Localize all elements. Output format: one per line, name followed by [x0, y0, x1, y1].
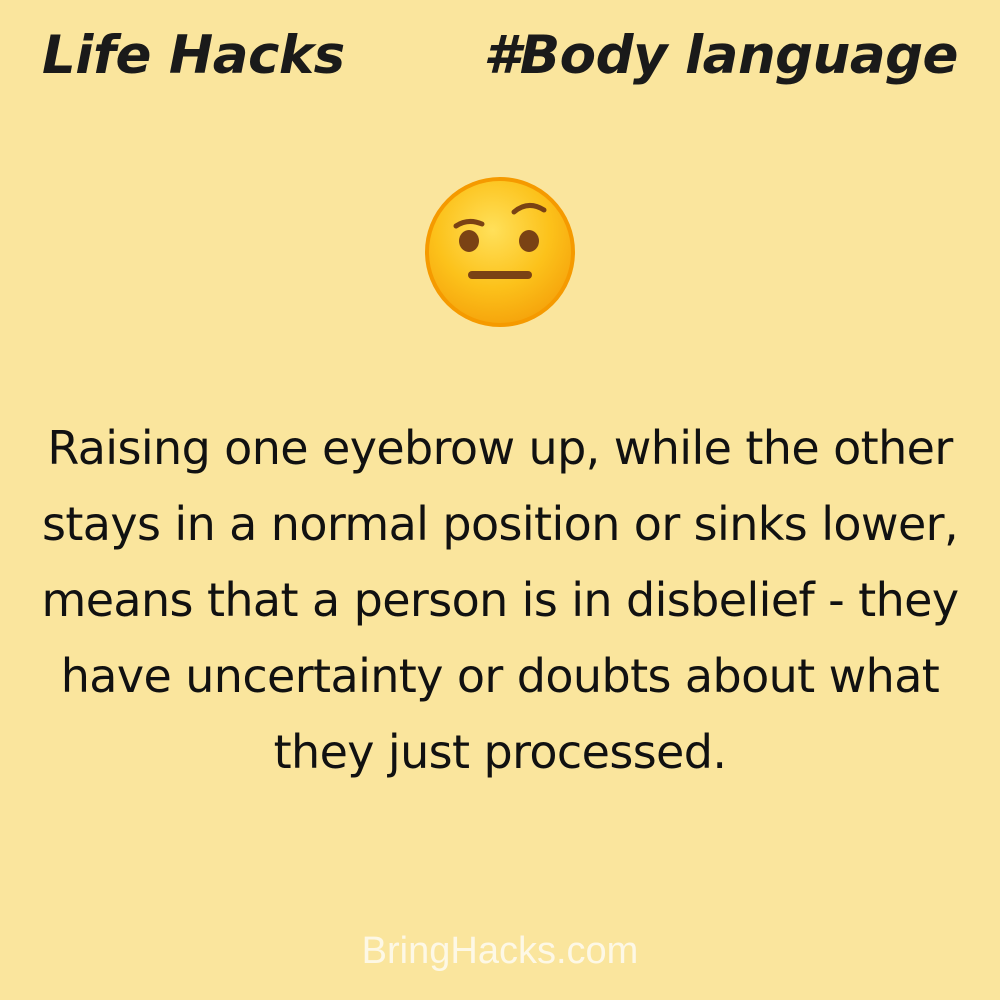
life-hacks-title: Life Hacks	[42, 25, 345, 86]
face-circle	[425, 177, 575, 327]
right-eye	[519, 230, 539, 252]
site-watermark: BringHacks.com	[361, 930, 639, 972]
mouth	[468, 271, 532, 279]
body-language-hashtag: #Body language	[483, 25, 958, 86]
body-language-tip-text: Raising one eyebrow up, while the other …	[41, 421, 960, 779]
raised-eyebrow-face-icon	[422, 174, 578, 330]
left-eye	[459, 230, 479, 252]
